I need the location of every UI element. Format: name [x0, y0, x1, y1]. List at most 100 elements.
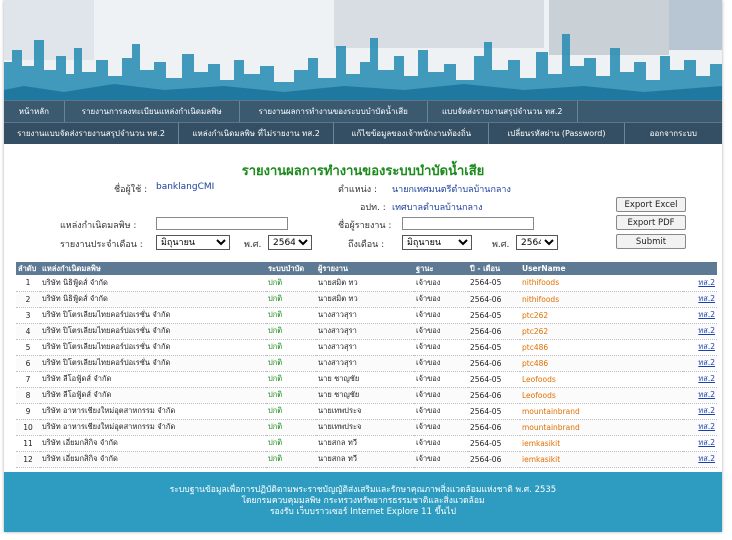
to-month-select[interactable]: มิถุนายน — [402, 235, 472, 250]
table-row: 7 บริษัท ลีโอฟู้ดส์ จำกัด ปกติ นาย ชาญชัย เจ… — [16, 371, 717, 388]
row-status: เจ้าของ — [414, 371, 468, 388]
row-number: 6 — [16, 355, 40, 372]
ts2-link[interactable]: ทส.2 — [698, 390, 715, 399]
user-value: banklangCMI — [156, 182, 215, 192]
ts2-link[interactable]: ทส.2 — [698, 326, 715, 335]
menu-edit-local-officer[interactable]: แก้ไขข้อมูลของเจ้าพนักงานท้องถิ่น — [334, 123, 490, 144]
ts2-link[interactable]: ทส.2 — [698, 438, 715, 447]
row-number: 7 — [16, 371, 40, 388]
row-period: 2564-05 — [468, 339, 520, 356]
row-system: ปกติ — [266, 403, 316, 420]
menu-row-1: หน้าหลัก รายงานการลงทะเบียนแหล่งกำเนิดมล… — [4, 100, 722, 122]
row-status: เจ้าของ — [414, 339, 468, 356]
reporter-label: ชื่อผู้รายงาน : — [338, 221, 392, 231]
row-number: 2 — [16, 291, 40, 308]
row-form-link: ทส.2 — [683, 451, 717, 468]
table-row: 6 บริษัท ปิโตรเลียมไทยคอร์ปอเรชั่น จำกัดป… — [16, 355, 717, 372]
col-header-source: แหล่งกำเนิดมลพิษ — [42, 263, 101, 273]
footer-line-3: รองรับ เว็บบราวเซอร์ Internet Explore 11… — [270, 507, 456, 517]
row-status: เจ้าของ — [414, 291, 468, 308]
row-source: บริษัท ลีโอฟู้ดส์ จำกัด — [40, 387, 266, 404]
table-row: 9 บริษัท อาหารเชียงใหม่อุตสาหกรรม จำกัด ปก… — [16, 403, 717, 420]
row-source: บริษัท ปิโตรเลียมไทยคอร์ปอเรชั่น จำกัด — [40, 307, 266, 324]
table-row: 3 บริษัท ปิโตรเลียมไทยคอร์ปอเรชั่น จำกัดป… — [16, 307, 717, 324]
row-system: ปกติ — [266, 387, 316, 404]
position-label: ตำแหน่ง : — [338, 185, 378, 195]
row-reporter: นายเทพประจ — [316, 403, 414, 420]
row-form-link: ทส.2 — [683, 275, 717, 292]
month-label: รายงานประจำเดือน : — [60, 240, 143, 250]
row-reporter: นางสาวสุรา — [316, 323, 414, 340]
to-year-select[interactable]: 2564 — [516, 235, 558, 250]
month-select[interactable]: มิถุนายน — [156, 235, 230, 250]
ts2-link[interactable]: ทส.2 — [698, 358, 715, 367]
submit-button[interactable]: Submit — [616, 234, 686, 249]
menu-logout[interactable]: ออกจากระบบ — [625, 123, 722, 144]
row-reporter: นายสกล ทวี — [316, 435, 414, 452]
menu-row-2: รายงานแบบจัดส่งรายงานสรุปจำนวน ทส.2 แหล่… — [4, 122, 722, 144]
col-header-reporter: ผู้รายงาน — [318, 263, 349, 273]
source-label: แหล่งกำเนิดมลพิษ : — [60, 221, 137, 231]
row-status: เจ้าของ — [414, 323, 468, 340]
row-username: Leofoods — [520, 387, 683, 404]
row-period: 2564-06 — [468, 323, 520, 340]
ts2-link[interactable]: ทส.2 — [698, 374, 715, 383]
row-system: ปกติ — [266, 371, 316, 388]
row-period: 2564-06 — [468, 387, 520, 404]
menu-ts2-summary-report[interactable]: รายงานแบบจัดส่งรายงานสรุปจำนวน ทส.2 — [4, 123, 180, 144]
row-source: บริษัท ปิโตรเลียมไทยคอร์ปอเรชั่น จำกัด — [40, 323, 266, 340]
export-pdf-button[interactable]: Export PDF — [616, 215, 686, 230]
row-period: 2564-05 — [468, 371, 520, 388]
export-excel-button[interactable]: Export Excel — [616, 197, 686, 212]
source-input[interactable] — [156, 217, 288, 230]
menu-change-password[interactable]: เปลี่ยนรหัสผ่าน (Password) — [489, 123, 625, 144]
ts2-link[interactable]: ทส.2 — [698, 406, 715, 415]
row-number: 3 — [16, 307, 40, 324]
row-number: 8 — [16, 387, 40, 404]
page: หน้าหลัก รายงานการลงทะเบียนแหล่งกำเนิดมล… — [4, 0, 722, 532]
table-row: 10 บริษัท อาหารเชียงใหม่อุตสาหกรรม จำกัดป… — [16, 419, 717, 436]
report-table: ลำดับ แหล่งกำเนิดมลพิษ ระบบบำบัด ผู้รายง… — [16, 262, 717, 468]
menu-registration-report[interactable]: รายงานการลงทะเบียนแหล่งกำเนิดมลพิษ — [65, 101, 240, 122]
row-form-link: ทส.2 — [683, 339, 717, 356]
menu-sources-not-reporting[interactable]: แหล่งกำเนิดมลพิษ ที่ไม่รายงาน ทส.2 — [179, 123, 335, 144]
row-number: 4 — [16, 323, 40, 340]
row-source: บริษัท ลีโอฟู้ดส์ จำกัด — [40, 371, 266, 388]
ts2-link[interactable]: ทส.2 — [698, 342, 715, 351]
row-number: 11 — [16, 435, 40, 452]
ts2-link[interactable]: ทส.2 — [698, 278, 715, 287]
row-username: ptc486 — [520, 339, 683, 356]
row-form-link: ทส.2 — [683, 403, 717, 420]
ts2-link[interactable]: ทส.2 — [698, 294, 715, 303]
col-header-period: ปี - เดือน — [470, 263, 501, 273]
row-reporter: นางสาวสุรา — [316, 355, 414, 372]
row-reporter: นางสาวสุรา — [316, 339, 414, 356]
row-reporter: นาย ชาญชัย — [316, 371, 414, 388]
row-reporter: นายเทพประจ — [316, 419, 414, 436]
row-username: iemkasikit — [520, 451, 683, 468]
row-period: 2564-06 — [468, 355, 520, 372]
to-year-label: พ.ศ. — [492, 240, 510, 250]
ts2-link[interactable]: ทส.2 — [698, 454, 715, 463]
header-banner — [4, 0, 722, 100]
menu-home[interactable]: หน้าหลัก — [4, 101, 65, 122]
year-select[interactable]: 2564 — [268, 235, 312, 250]
row-source: บริษัท เอี่ยมกสิกิจ จำกัด — [40, 451, 266, 468]
menu-treatment-report[interactable]: รายงานผลการทำงานของระบบบำบัดน้ำเสีย — [240, 101, 428, 122]
col-header-form — [683, 262, 717, 275]
ts2-link[interactable]: ทส.2 — [698, 310, 715, 319]
col-header-no: ลำดับ — [18, 263, 37, 273]
row-status: เจ้าของ — [414, 307, 468, 324]
to-month-label: ถึงเดือน : — [348, 240, 385, 250]
row-source: บริษัท ปิโตรเลียมไทยคอร์ปอเรชั่น จำกัด — [40, 339, 266, 356]
row-system: ปกติ — [266, 339, 316, 356]
table-row: 8 บริษัท ลีโอฟู้ดส์ จำกัด ปกติ นาย ชาญชัย เจ… — [16, 387, 717, 404]
row-number: 10 — [16, 419, 40, 436]
main-menu: หน้าหลัก รายงานการลงทะเบียนแหล่งกำเนิดมล… — [4, 100, 722, 144]
reporter-input[interactable] — [402, 217, 534, 230]
ts2-link[interactable]: ทส.2 — [698, 422, 715, 431]
menu-ts2-summary-form[interactable]: แบบจัดส่งรายงานสรุปจำนวน ทส.2 — [428, 101, 578, 122]
row-reporter: นายสมิต ทว — [316, 291, 414, 308]
row-form-link: ทส.2 — [683, 419, 717, 436]
table-header-row: ลำดับ แหล่งกำเนิดมลพิษ ระบบบำบัด ผู้รายง… — [16, 262, 717, 275]
